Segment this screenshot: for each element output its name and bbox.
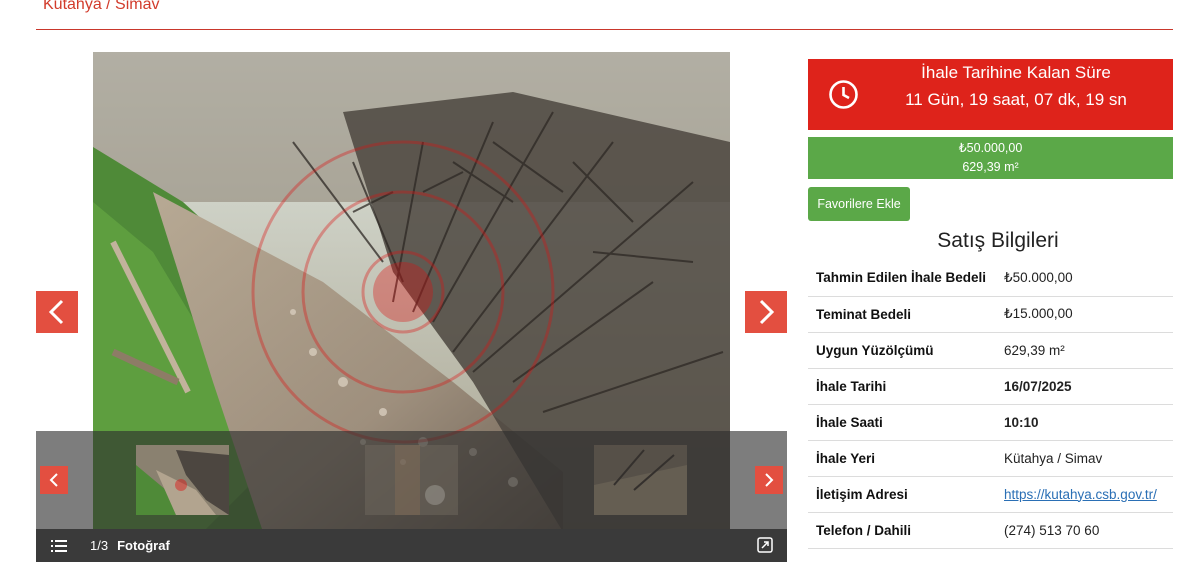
row-value: Kütahya / Simav	[1004, 450, 1103, 466]
row-value: ₺15.000,00	[1004, 306, 1073, 321]
table-row: Tahmin Edilen İhale Bedeli ₺50.000,00	[808, 260, 1173, 296]
table-row: Uygun Yüzölçümü 629,39 m²	[808, 332, 1173, 368]
title-divider	[36, 29, 1173, 30]
table-row: Teminat Bedeli ₺15.000,00	[808, 296, 1173, 332]
thumbnail-2[interactable]	[365, 445, 458, 515]
row-label: İhale Tarihi	[816, 378, 887, 394]
row-value: 629,39 m²	[1004, 342, 1065, 358]
contact-link[interactable]: https://kutahya.csb.gov.tr/	[1004, 487, 1157, 502]
clock-icon	[829, 80, 858, 109]
table-row: İhale Saati 10:10	[808, 404, 1173, 440]
chevron-left-icon	[49, 473, 58, 487]
row-value: 16/07/2025	[1004, 378, 1072, 394]
row-label: İhale Saati	[816, 414, 883, 430]
row-label: Uygun Yüzölçümü	[816, 342, 934, 358]
prev-photo-button[interactable]	[36, 291, 78, 333]
next-photo-button[interactable]	[745, 291, 787, 333]
sale-info-table: Tahmin Edilen İhale Bedeli ₺50.000,00 Te…	[808, 260, 1173, 549]
row-value: (274) 513 70 60	[1004, 522, 1100, 538]
location-title: Kütahya / Simav	[43, 0, 160, 13]
countdown-label: İhale Tarihine Kalan Süre	[921, 63, 1111, 82]
gallery-toolbar: 1/3 Fotoğraf	[36, 529, 787, 562]
row-label: Telefon / Dahili	[816, 522, 912, 538]
thumbnail-prev-button[interactable]	[40, 466, 68, 494]
thumbnail-image	[136, 445, 229, 515]
thumbnail-next-button[interactable]	[755, 466, 783, 494]
thumbnail-strip	[36, 431, 787, 529]
thumbnail-image	[365, 445, 458, 515]
chevron-right-icon	[765, 473, 774, 487]
chevron-right-icon	[759, 299, 775, 325]
list-icon[interactable]	[51, 539, 67, 552]
row-label: Tahmin Edilen İhale Bedeli	[816, 270, 987, 286]
row-value: 10:10	[1004, 414, 1039, 430]
countdown-box: İhale Tarihine Kalan Süre 11 Gün, 19 saa…	[808, 59, 1173, 130]
photo-counter: 1/3	[90, 538, 109, 553]
add-favorite-button[interactable]: Favorilere Ekle	[808, 187, 910, 221]
table-row: İletişim Adresi https://kutahya.csb.gov.…	[808, 476, 1173, 512]
table-row: İhale Tarihi 16/07/2025	[808, 368, 1173, 404]
area-value: 629,39 m²	[962, 160, 1019, 174]
expand-icon[interactable]	[757, 537, 773, 553]
price-box: ₺50.000,00 629,39 m²	[808, 137, 1173, 179]
row-label: İletişim Adresi	[816, 486, 908, 502]
table-row: İhale Yeri Kütahya / Simav	[808, 440, 1173, 476]
thumbnail-1[interactable]	[136, 445, 229, 515]
thumbnail-image	[594, 445, 687, 515]
countdown-value: 11 Gün, 19 saat, 07 dk, 19 sn	[905, 90, 1127, 109]
sale-info-heading: Satış Bilgileri	[937, 229, 1059, 252]
row-label: Teminat Bedeli	[816, 306, 912, 322]
chevron-left-icon	[48, 299, 64, 325]
thumbnail-3[interactable]	[594, 445, 687, 515]
table-row: Telefon / Dahili (274) 513 70 60	[808, 512, 1173, 548]
row-value: ₺50.000,00	[1004, 269, 1073, 285]
photo-label: Fotoğraf	[117, 538, 170, 553]
price-value: ₺50.000,00	[958, 141, 1023, 155]
row-label: İhale Yeri	[816, 450, 876, 466]
